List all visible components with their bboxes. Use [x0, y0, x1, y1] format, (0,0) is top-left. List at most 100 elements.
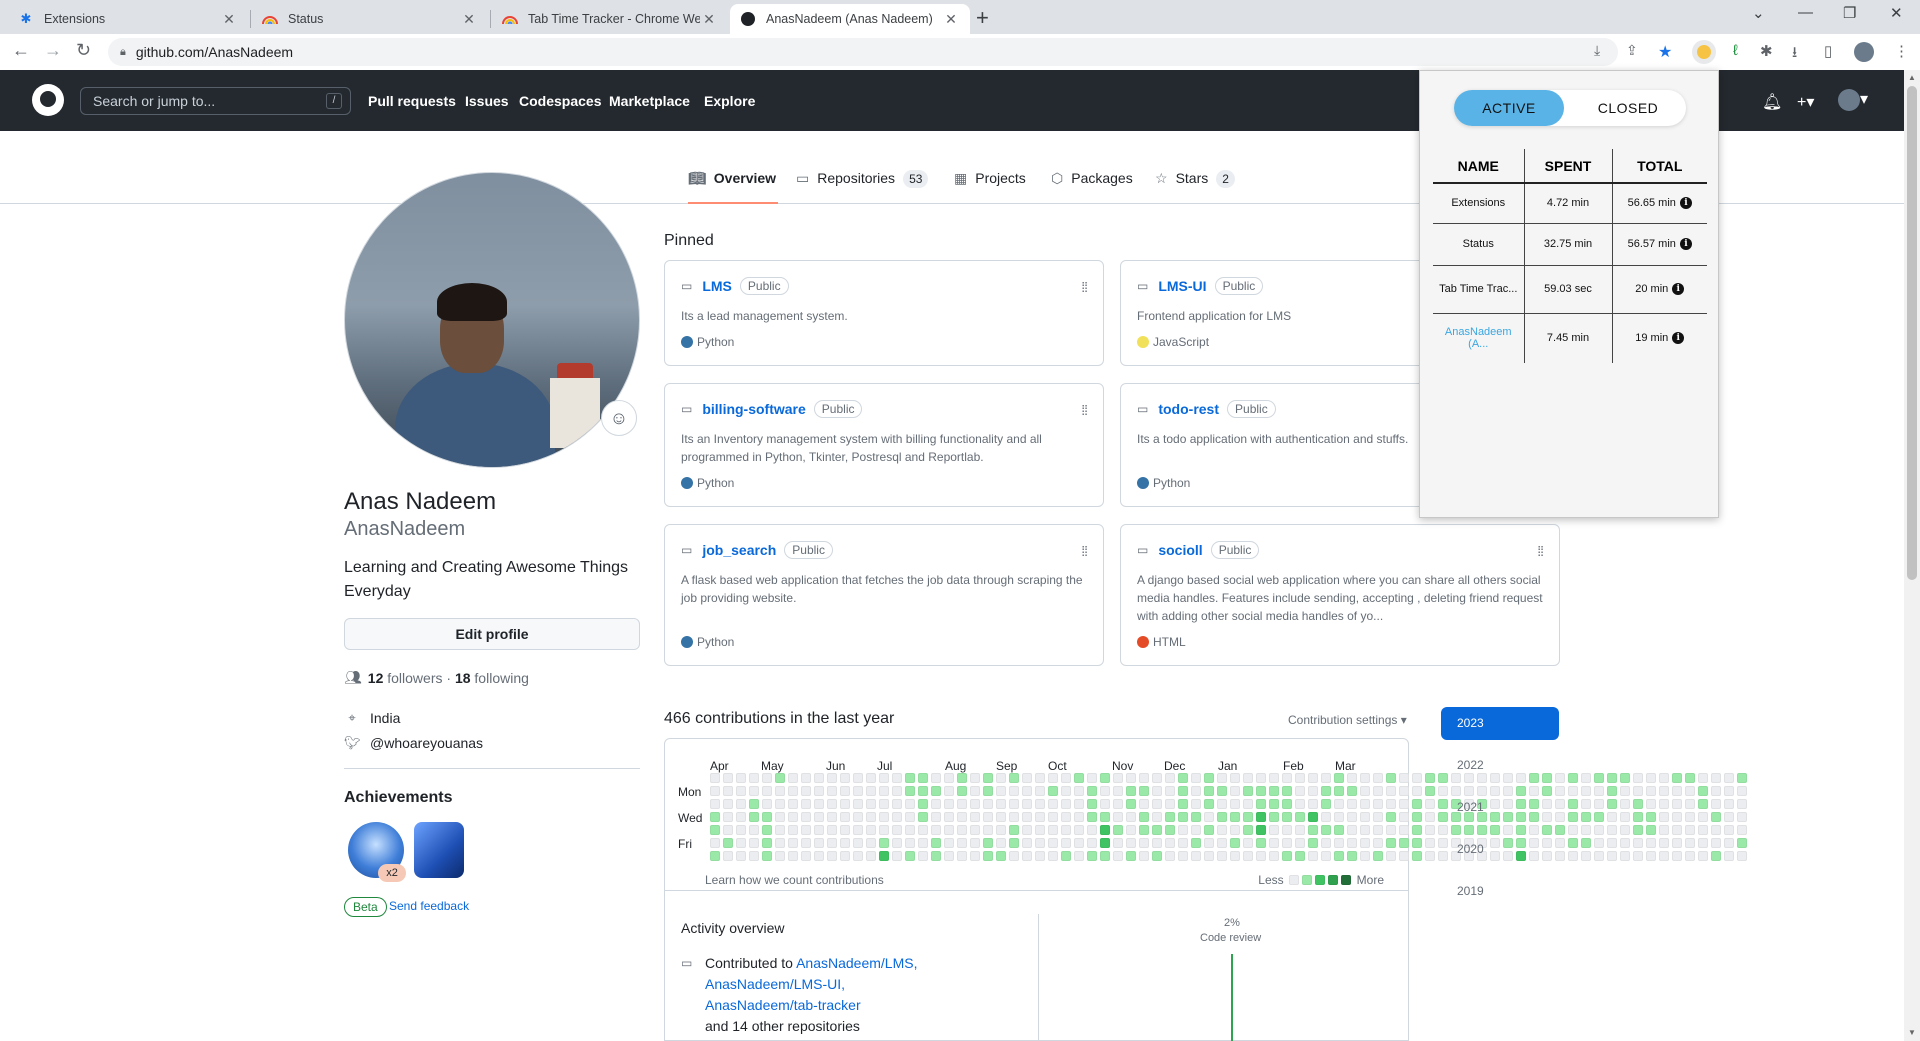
contribution-day-cell[interactable]	[1217, 851, 1227, 861]
contribution-day-cell[interactable]	[1620, 786, 1630, 796]
contribution-day-cell[interactable]	[1204, 838, 1214, 848]
contribution-day-cell[interactable]	[1295, 773, 1305, 783]
contribution-day-cell[interactable]	[1698, 773, 1708, 783]
contribution-day-cell[interactable]	[944, 773, 954, 783]
contribution-day-cell[interactable]	[1204, 812, 1214, 822]
contribution-day-cell[interactable]	[1022, 773, 1032, 783]
contribution-day-cell[interactable]	[762, 825, 772, 835]
contribution-day-cell[interactable]	[827, 825, 837, 835]
contribution-day-cell[interactable]	[1607, 812, 1617, 822]
contribution-day-cell[interactable]	[1620, 838, 1630, 848]
contribution-day-cell[interactable]	[1685, 786, 1695, 796]
contribution-day-cell[interactable]	[1607, 773, 1617, 783]
contribution-day-cell[interactable]	[1204, 773, 1214, 783]
contribution-day-cell[interactable]	[1217, 799, 1227, 809]
github-logo-icon[interactable]	[32, 84, 64, 116]
contribution-day-cell[interactable]	[931, 773, 941, 783]
contribution-day-cell[interactable]	[957, 786, 967, 796]
contribution-day-cell[interactable]	[801, 825, 811, 835]
contribution-day-cell[interactable]	[931, 786, 941, 796]
nav-marketplace[interactable]: Marketplace	[609, 93, 690, 109]
contribution-day-cell[interactable]	[1373, 825, 1383, 835]
contribution-day-cell[interactable]	[866, 825, 876, 835]
contribution-day-cell[interactable]	[983, 851, 993, 861]
contribution-day-cell[interactable]	[736, 799, 746, 809]
contribution-day-cell[interactable]	[1022, 799, 1032, 809]
contribution-day-cell[interactable]	[1412, 851, 1422, 861]
info-icon[interactable]: i	[1679, 197, 1692, 210]
contribution-day-cell[interactable]	[762, 838, 772, 848]
contribution-day-cell[interactable]	[723, 799, 733, 809]
nav-codespaces[interactable]: Codespaces	[519, 93, 601, 109]
contribution-day-cell[interactable]	[1412, 825, 1422, 835]
contribution-day-cell[interactable]	[1399, 773, 1409, 783]
contribution-day-cell[interactable]	[814, 838, 824, 848]
contribution-day-cell[interactable]	[1711, 812, 1721, 822]
contribution-day-cell[interactable]	[1620, 851, 1630, 861]
repo-name-link[interactable]: socioll	[1158, 542, 1202, 558]
contribution-day-cell[interactable]	[1152, 812, 1162, 822]
contribution-day-cell[interactable]	[710, 786, 720, 796]
contribution-day-cell[interactable]	[1191, 812, 1201, 822]
contribution-day-cell[interactable]	[762, 799, 772, 809]
contribution-day-cell[interactable]	[1256, 851, 1266, 861]
contribution-day-cell[interactable]	[1009, 838, 1019, 848]
forward-icon[interactable]: →	[44, 40, 62, 61]
contribution-day-cell[interactable]	[1009, 825, 1019, 835]
contribution-day-cell[interactable]	[1373, 773, 1383, 783]
contribution-day-cell[interactable]	[1087, 786, 1097, 796]
contribution-day-cell[interactable]	[749, 786, 759, 796]
contribution-day-cell[interactable]	[1022, 851, 1032, 861]
contribution-day-cell[interactable]	[1269, 825, 1279, 835]
contribution-day-cell[interactable]	[1620, 773, 1630, 783]
contribution-day-cell[interactable]	[1646, 838, 1656, 848]
contribution-day-cell[interactable]	[1425, 851, 1435, 861]
contribution-day-cell[interactable]	[996, 773, 1006, 783]
contribution-day-cell[interactable]	[996, 825, 1006, 835]
contribution-day-cell[interactable]	[1048, 786, 1058, 796]
scroll-up-arrow-icon[interactable]: ▲	[1908, 73, 1916, 82]
contribution-day-cell[interactable]	[1594, 773, 1604, 783]
contribution-day-cell[interactable]	[853, 799, 863, 809]
contribution-day-cell[interactable]	[957, 812, 967, 822]
contribution-day-cell[interactable]	[814, 799, 824, 809]
contribution-settings-dropdown[interactable]: Contribution settings ▾	[1288, 713, 1407, 727]
extension-icon[interactable]: ℓ	[1733, 42, 1738, 59]
contribution-day-cell[interactable]	[1061, 812, 1071, 822]
contribution-day-cell[interactable]	[1568, 799, 1578, 809]
close-tab-icon[interactable]: ✕	[220, 11, 238, 28]
contribution-day-cell[interactable]	[1698, 851, 1708, 861]
install-app-icon[interactable]: ⤓	[1594, 42, 1600, 59]
contribution-day-cell[interactable]	[749, 825, 759, 835]
contribution-day-cell[interactable]	[1620, 812, 1630, 822]
contribution-day-cell[interactable]	[1074, 812, 1084, 822]
contribution-day-cell[interactable]	[853, 786, 863, 796]
contribution-day-cell[interactable]	[1360, 825, 1370, 835]
contribution-day-cell[interactable]	[1295, 786, 1305, 796]
contribution-day-cell[interactable]	[1672, 838, 1682, 848]
contribution-day-cell[interactable]	[1672, 851, 1682, 861]
contribution-day-cell[interactable]	[1243, 773, 1253, 783]
contribution-day-cell[interactable]	[1347, 773, 1357, 783]
contribution-day-cell[interactable]	[710, 838, 720, 848]
minimize-icon[interactable]: —	[1798, 4, 1813, 21]
activity-repo-link[interactable]: AnasNadeem/tab-tracker	[705, 997, 861, 1013]
contribution-day-cell[interactable]	[1204, 799, 1214, 809]
chrome-menu-icon[interactable]: ⋮	[1894, 42, 1909, 60]
following-count[interactable]: 18	[455, 670, 471, 686]
contribution-day-cell[interactable]	[1009, 851, 1019, 861]
contribution-day-cell[interactable]	[736, 851, 746, 861]
contribution-day-cell[interactable]	[749, 851, 759, 861]
edit-profile-button[interactable]: Edit profile	[344, 618, 640, 650]
contribution-day-cell[interactable]	[788, 812, 798, 822]
contribution-day-cell[interactable]	[1672, 825, 1682, 835]
contribution-day-cell[interactable]	[1178, 838, 1188, 848]
contribution-day-cell[interactable]	[1425, 812, 1435, 822]
contribution-day-cell[interactable]	[723, 838, 733, 848]
contribution-day-cell[interactable]	[1178, 851, 1188, 861]
contribution-day-cell[interactable]	[1009, 786, 1019, 796]
contribution-day-cell[interactable]	[1048, 838, 1058, 848]
contribution-day-cell[interactable]	[1347, 838, 1357, 848]
contribution-day-cell[interactable]	[1308, 799, 1318, 809]
contribution-day-cell[interactable]	[905, 773, 915, 783]
